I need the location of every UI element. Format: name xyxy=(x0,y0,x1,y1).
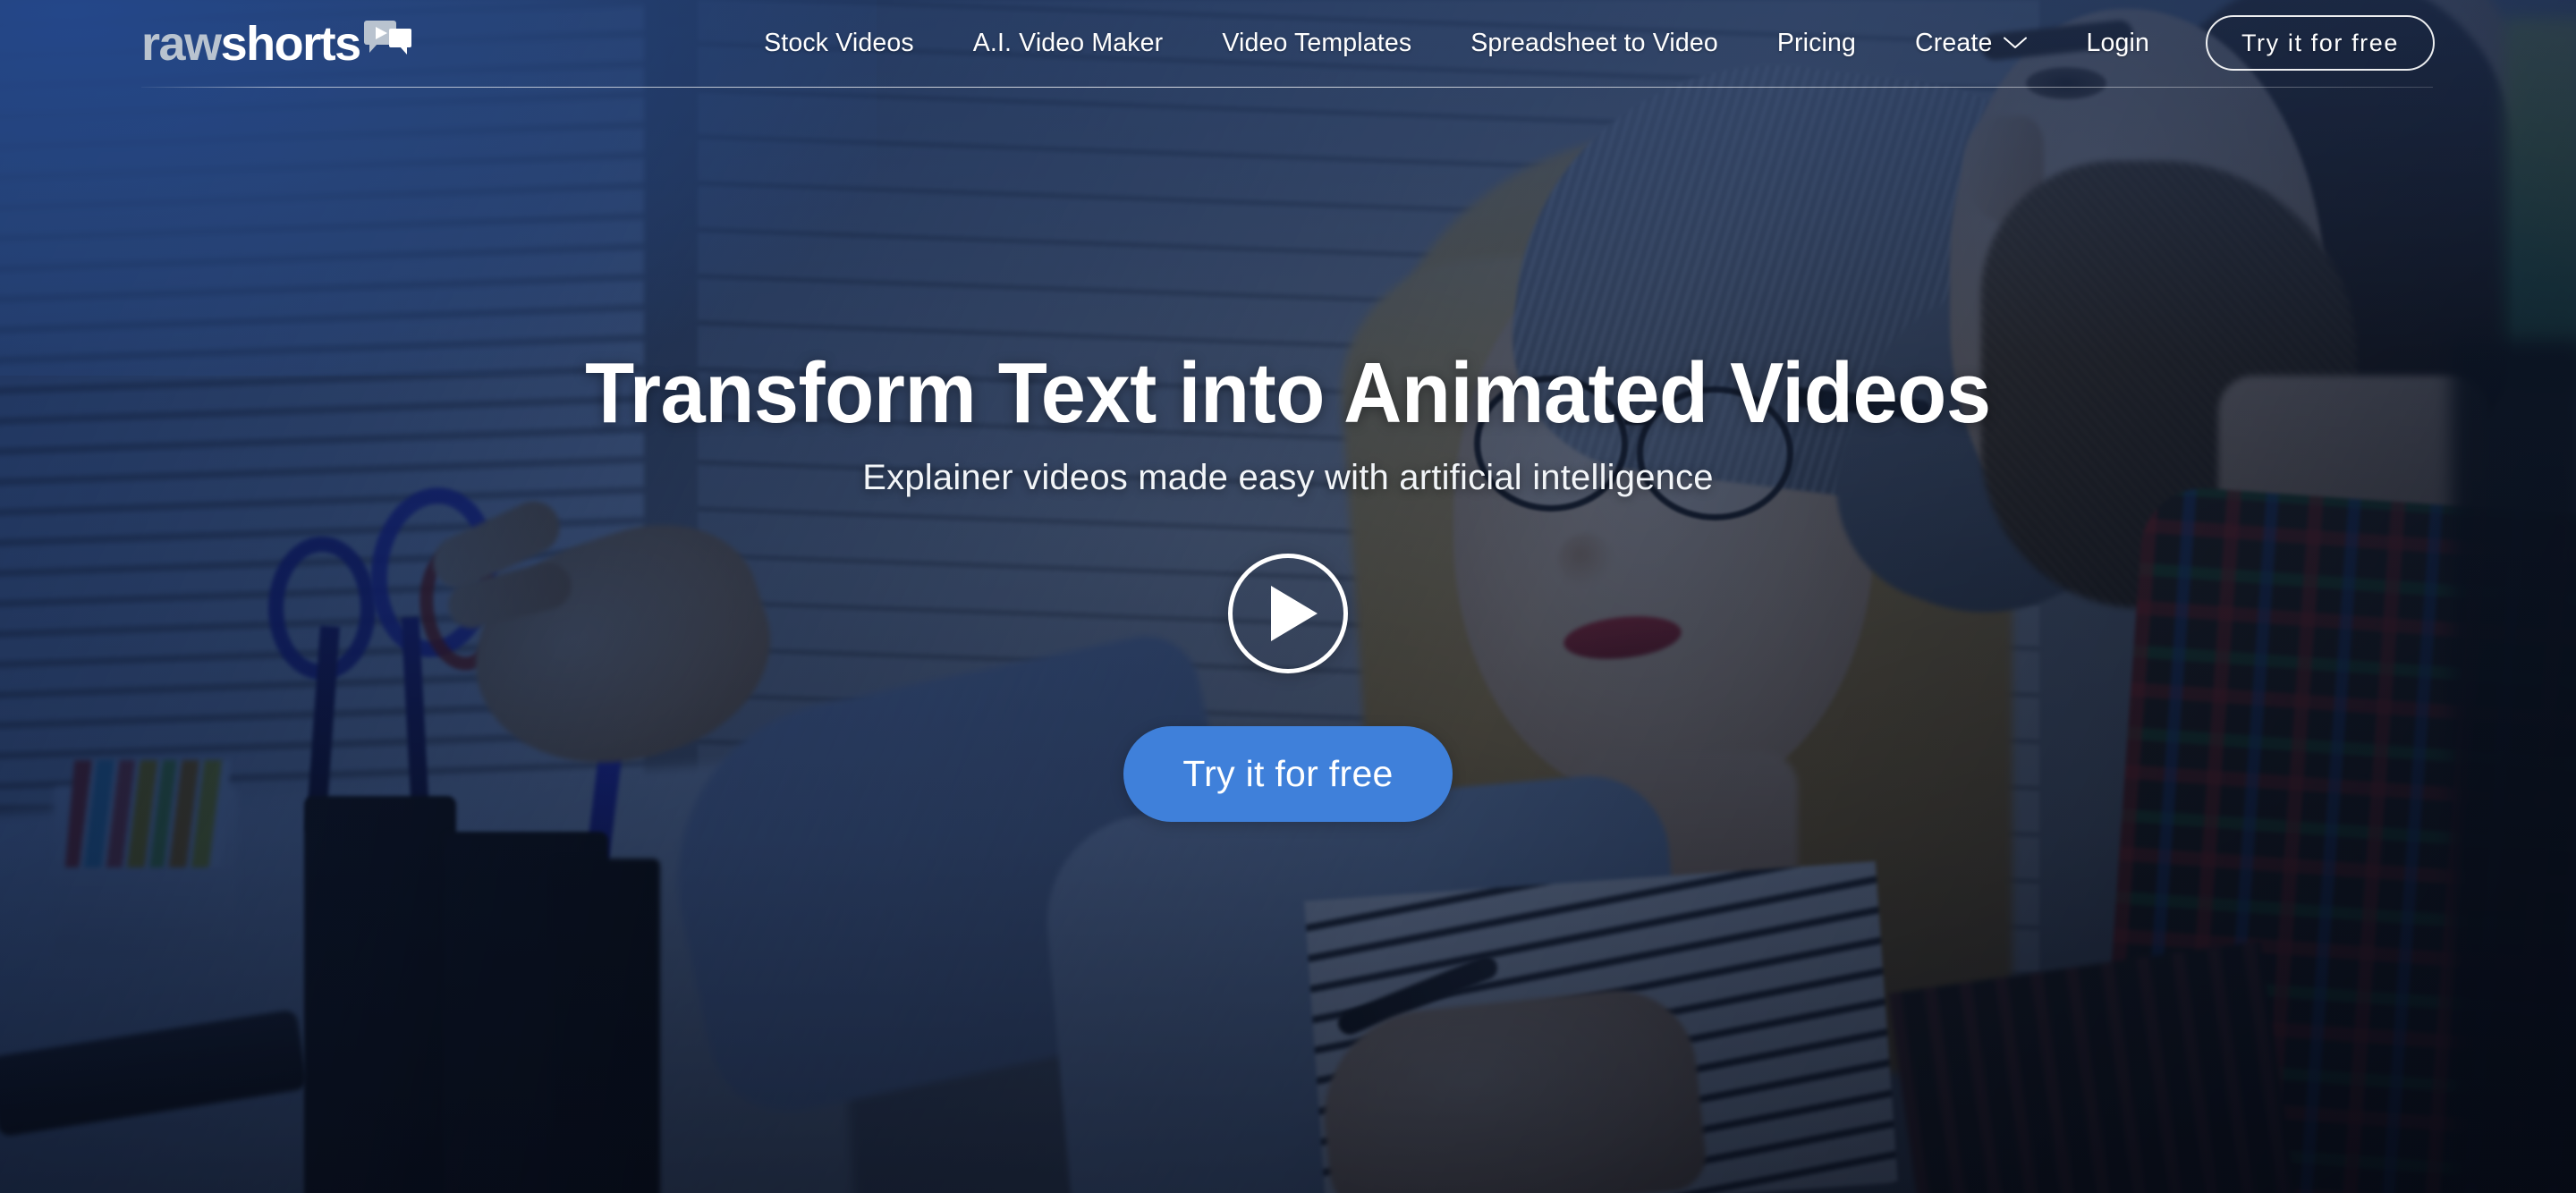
logo-wordmark: rawshorts xyxy=(141,17,362,71)
nav-item-stock-videos[interactable]: Stock Videos xyxy=(764,29,944,58)
main-navigation: Stock Videos A.I. Video Maker Video Temp… xyxy=(412,15,2435,71)
hero-try-it-free-button[interactable]: Try it for free xyxy=(1123,725,1453,822)
header-divider xyxy=(141,87,2433,88)
nav-label: A.I. Video Maker xyxy=(972,28,1164,57)
play-triangle-icon xyxy=(375,27,387,39)
nav-label: Pricing xyxy=(1776,28,1857,57)
header-try-it-free-button[interactable]: Try it for free xyxy=(2205,15,2435,71)
speech-bubble-front xyxy=(388,29,411,55)
hero-content: Transform Text into Animated Videos Expl… xyxy=(0,349,2576,822)
nav-label: Stock Videos xyxy=(764,28,914,57)
nav-item-ai-video-maker[interactable]: A.I. Video Maker xyxy=(944,29,1193,58)
logo-word-raw: raw xyxy=(141,17,222,71)
nav-item-pricing[interactable]: Pricing xyxy=(1748,29,1885,58)
nav-item-video-templates[interactable]: Video Templates xyxy=(1192,29,1441,58)
nav-label: Login xyxy=(2086,28,2149,57)
play-video-button[interactable] xyxy=(1228,553,1348,673)
nav-label: Create xyxy=(1915,28,1993,57)
hero-section: rawshorts Stock Videos A.I. Video Maker … xyxy=(0,0,2576,1193)
nav-label: Spreadsheet to Video xyxy=(1470,28,1718,57)
hero-headline: Transform Text into Animated Videos xyxy=(585,345,1991,441)
nav-item-login[interactable]: Login xyxy=(2056,29,2178,58)
hero-subheadline: Explainer videos made easy with artifici… xyxy=(862,457,1714,497)
play-triangle-icon xyxy=(1271,585,1318,641)
rawshorts-logo[interactable]: rawshorts xyxy=(141,1,412,87)
speech-bubble-play-icon xyxy=(363,21,412,60)
chevron-down-icon xyxy=(2004,37,2028,49)
nav-label: Video Templates xyxy=(1222,28,1412,57)
nav-item-create[interactable]: Create xyxy=(1885,29,2056,58)
site-header: rawshorts Stock Videos A.I. Video Maker … xyxy=(0,0,2576,86)
nav-item-spreadsheet-to-video[interactable]: Spreadsheet to Video xyxy=(1441,29,1748,58)
logo-word-shorts: shorts xyxy=(220,17,362,71)
